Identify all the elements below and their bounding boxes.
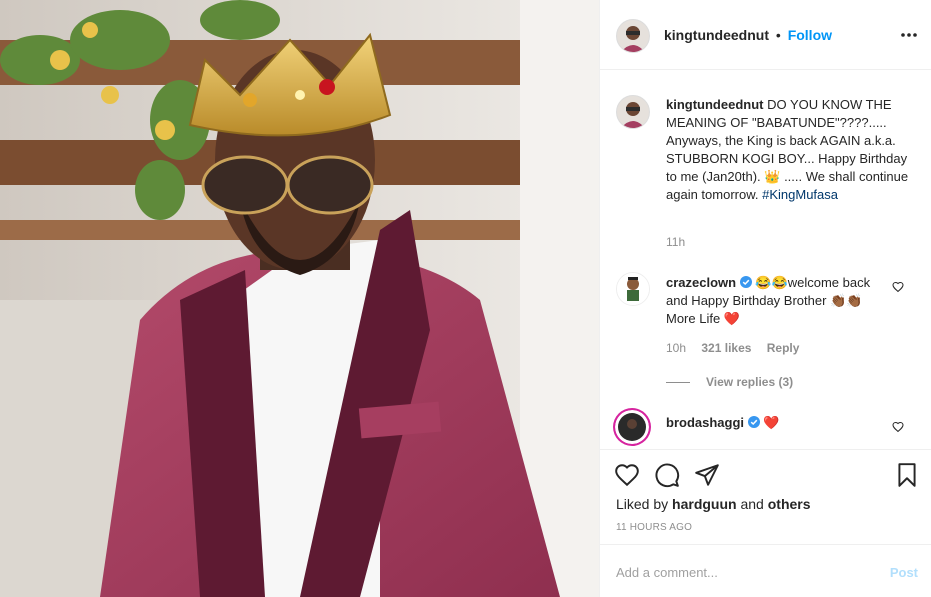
caption-avatar[interactable] xyxy=(616,95,650,129)
liked-and: and xyxy=(740,496,764,512)
comment-avatar-crazeclown[interactable] xyxy=(616,272,650,306)
view-replies-label[interactable]: View replies (3) xyxy=(706,375,793,389)
comment-avatar-brodashaggi[interactable] xyxy=(613,408,651,446)
liked-others[interactable]: others xyxy=(768,496,811,512)
liked-prefix: Liked by xyxy=(616,496,669,512)
more-dots-icon[interactable] xyxy=(900,26,918,44)
comment-text: ❤️ xyxy=(763,415,780,430)
follow-button[interactable]: Follow xyxy=(788,27,832,43)
caption-username[interactable]: kingtundeednut xyxy=(666,97,764,112)
verified-badge-icon xyxy=(739,276,752,288)
save-bookmark-icon[interactable] xyxy=(894,462,920,488)
comment-like-heart-icon[interactable] xyxy=(892,281,904,293)
post-photo[interactable] xyxy=(0,0,599,597)
share-paper-plane-icon[interactable] xyxy=(694,462,720,488)
clown-avatar-icon xyxy=(617,273,649,305)
add-comment-bar: Add a comment... Post xyxy=(600,544,931,597)
header-separator: • xyxy=(775,27,781,43)
author-line: kingtundeednut • Follow xyxy=(664,27,832,43)
author-avatar[interactable] xyxy=(616,19,650,53)
brodashaggi-avatar-icon xyxy=(615,410,649,444)
post-header: kingtundeednut • Follow xyxy=(600,0,931,70)
post-comment-button[interactable]: Post xyxy=(890,565,918,580)
comment-meta: 10h 321 likes Reply xyxy=(666,341,799,355)
verified-badge-icon xyxy=(747,416,760,428)
comment-crazeclown: crazeclown 😂😂welcome back and Happy Birt… xyxy=(666,274,886,328)
post-caption: kingtundeednut DO YOU KNOW THE MEANING O… xyxy=(666,96,916,204)
add-comment-input[interactable]: Add a comment... xyxy=(616,565,718,580)
comment-time[interactable]: 10h xyxy=(666,341,686,355)
comment-likes[interactable]: 321 likes xyxy=(701,341,751,355)
comment-username[interactable]: crazeclown xyxy=(666,275,736,290)
comment-username[interactable]: brodashaggi xyxy=(666,415,744,430)
caption-hashtag[interactable]: #KingMufasa xyxy=(762,187,838,202)
post-photo-illustration xyxy=(0,0,599,597)
post-actions: Liked by hardguun and others 11 HOURS AG… xyxy=(600,449,931,550)
comment-brodashaggi: brodashaggi ❤️ xyxy=(666,414,886,432)
comment-reply-button[interactable]: Reply xyxy=(767,341,800,355)
caption-avatar-icon xyxy=(617,96,649,128)
view-replies-link[interactable]: View replies (3) xyxy=(666,375,793,389)
author-username[interactable]: kingtundeednut xyxy=(664,27,769,43)
comment-bubble-icon[interactable] xyxy=(654,462,680,488)
like-heart-icon[interactable] xyxy=(614,462,640,488)
liked-user[interactable]: hardguun xyxy=(672,496,737,512)
author-avatar-icon xyxy=(617,20,649,52)
comment-like-heart-icon[interactable] xyxy=(892,421,904,433)
liked-by: Liked by hardguun and others xyxy=(616,496,811,512)
post-sidebar: kingtundeednut • Follow kingtundeednut D… xyxy=(599,0,931,597)
post-timestamp[interactable]: 11 HOURS AGO xyxy=(616,522,692,533)
view-replies-line xyxy=(666,382,690,384)
caption-time[interactable]: 11h xyxy=(666,235,685,249)
